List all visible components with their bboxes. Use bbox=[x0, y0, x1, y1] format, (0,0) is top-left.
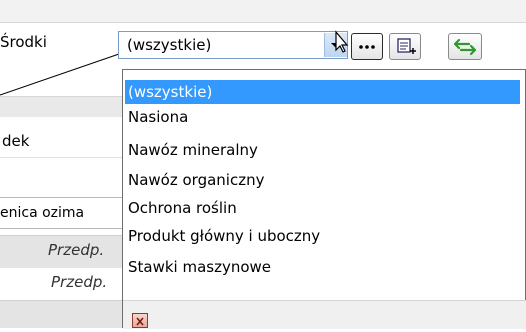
srodki-dropdown-list[interactable]: (wszystkie) Nasiona Nawóz mineralny Nawó… bbox=[122, 69, 526, 328]
close-icon bbox=[136, 317, 144, 326]
top-toolbar-strip bbox=[0, 0, 526, 23]
refresh-button[interactable] bbox=[448, 33, 482, 60]
leader-line bbox=[0, 53, 120, 96]
srodki-combobox[interactable]: (wszystkie) bbox=[118, 31, 348, 59]
dropdown-option-ochrona-roslin[interactable]: Ochrona roślin bbox=[125, 196, 520, 220]
table-cell-text: Przedp. bbox=[51, 273, 108, 291]
table-row[interactable]: Przedp. bbox=[0, 235, 124, 269]
dropdown-option-nasiona[interactable]: Nasiona bbox=[125, 105, 520, 129]
combobox-value: (wszystkie) bbox=[127, 36, 212, 54]
dropdown-option-produkt-glowny[interactable]: Produkt główny i uboczny bbox=[125, 224, 520, 248]
table-row[interactable] bbox=[0, 301, 124, 328]
form-row-label: dek bbox=[2, 132, 30, 150]
add-item-icon bbox=[397, 38, 416, 54]
ellipsis-icon bbox=[359, 45, 375, 49]
dropdown-option-nawoz-mineralny[interactable]: Nawóz mineralny bbox=[125, 138, 520, 162]
mouse-cursor-icon bbox=[335, 30, 349, 53]
dropdown-option-wszystkie[interactable]: (wszystkie) bbox=[125, 80, 520, 104]
table-row[interactable]: Przedp. bbox=[0, 268, 124, 301]
table-cell-text: Przedp. bbox=[48, 241, 105, 259]
add-item-button[interactable] bbox=[389, 33, 421, 60]
dropdown-option-nawoz-organiczny[interactable]: Nawóz organiczny bbox=[125, 168, 520, 192]
crop-field-value: enica ozima bbox=[0, 205, 85, 221]
refresh-arrows-icon bbox=[453, 38, 477, 56]
dropdown-close-button[interactable] bbox=[132, 313, 148, 328]
form-header-band bbox=[0, 96, 124, 118]
dropdown-footer bbox=[123, 300, 526, 329]
more-options-button[interactable] bbox=[351, 33, 383, 60]
dropdown-option-stawki-maszynowe[interactable]: Stawki maszynowe bbox=[125, 255, 520, 279]
